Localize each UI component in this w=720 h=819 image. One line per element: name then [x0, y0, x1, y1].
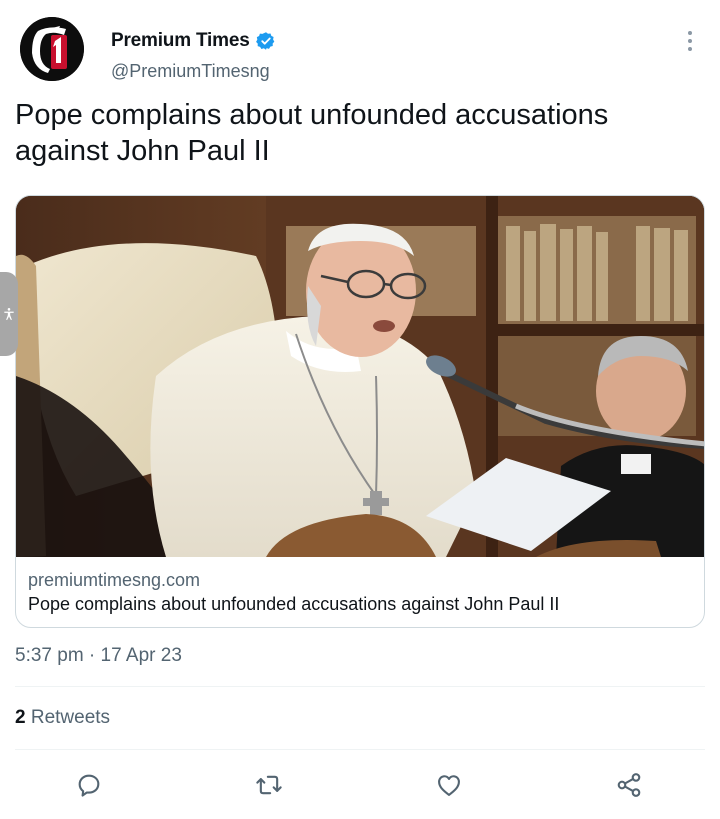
- tweet-timestamp[interactable]: 5:37 pm · 17 Apr 23: [15, 645, 182, 667]
- more-dot: [688, 47, 692, 51]
- card-domain: premiumtimesng.com: [28, 570, 201, 590]
- like-button[interactable]: [434, 770, 464, 800]
- divider: [15, 686, 705, 687]
- retweet-label: Retweets: [25, 707, 111, 728]
- article-photo-icon: [16, 196, 704, 557]
- card-title: Pope complains about unfounded accusatio…: [28, 594, 560, 614]
- divider: [15, 749, 705, 750]
- retweet-button[interactable]: [254, 770, 284, 800]
- card-image[interactable]: [16, 196, 704, 557]
- share-button[interactable]: [614, 770, 644, 800]
- author-display-name[interactable]: Premium Times: [111, 30, 250, 52]
- reply-button[interactable]: [74, 770, 104, 800]
- premium-times-logo-icon: [20, 17, 84, 81]
- speech-bubble-icon: [78, 774, 100, 797]
- author-handle[interactable]: @PremiumTimesng: [111, 61, 270, 82]
- verified-badge-icon: [255, 32, 274, 50]
- retweet-number: 2: [15, 707, 26, 728]
- share-icon: [617, 773, 641, 797]
- accessibility-tab[interactable]: [0, 272, 18, 356]
- more-dot: [688, 31, 692, 35]
- link-card[interactable]: premiumtimesng.com Pope complains about …: [15, 195, 705, 628]
- retweet-arrows-icon: [256, 775, 282, 795]
- retweet-count[interactable]: 2 Retweets: [15, 707, 110, 729]
- tweet-text: Pope complains about unfounded accusatio…: [15, 99, 609, 167]
- author-name-row[interactable]: Premium Times: [111, 30, 276, 52]
- heart-icon: [438, 775, 460, 796]
- more-dot: [688, 39, 692, 43]
- accessibility-icon: [4, 308, 14, 320]
- avatar[interactable]: [20, 17, 84, 81]
- more-options-icon[interactable]: [680, 31, 700, 51]
